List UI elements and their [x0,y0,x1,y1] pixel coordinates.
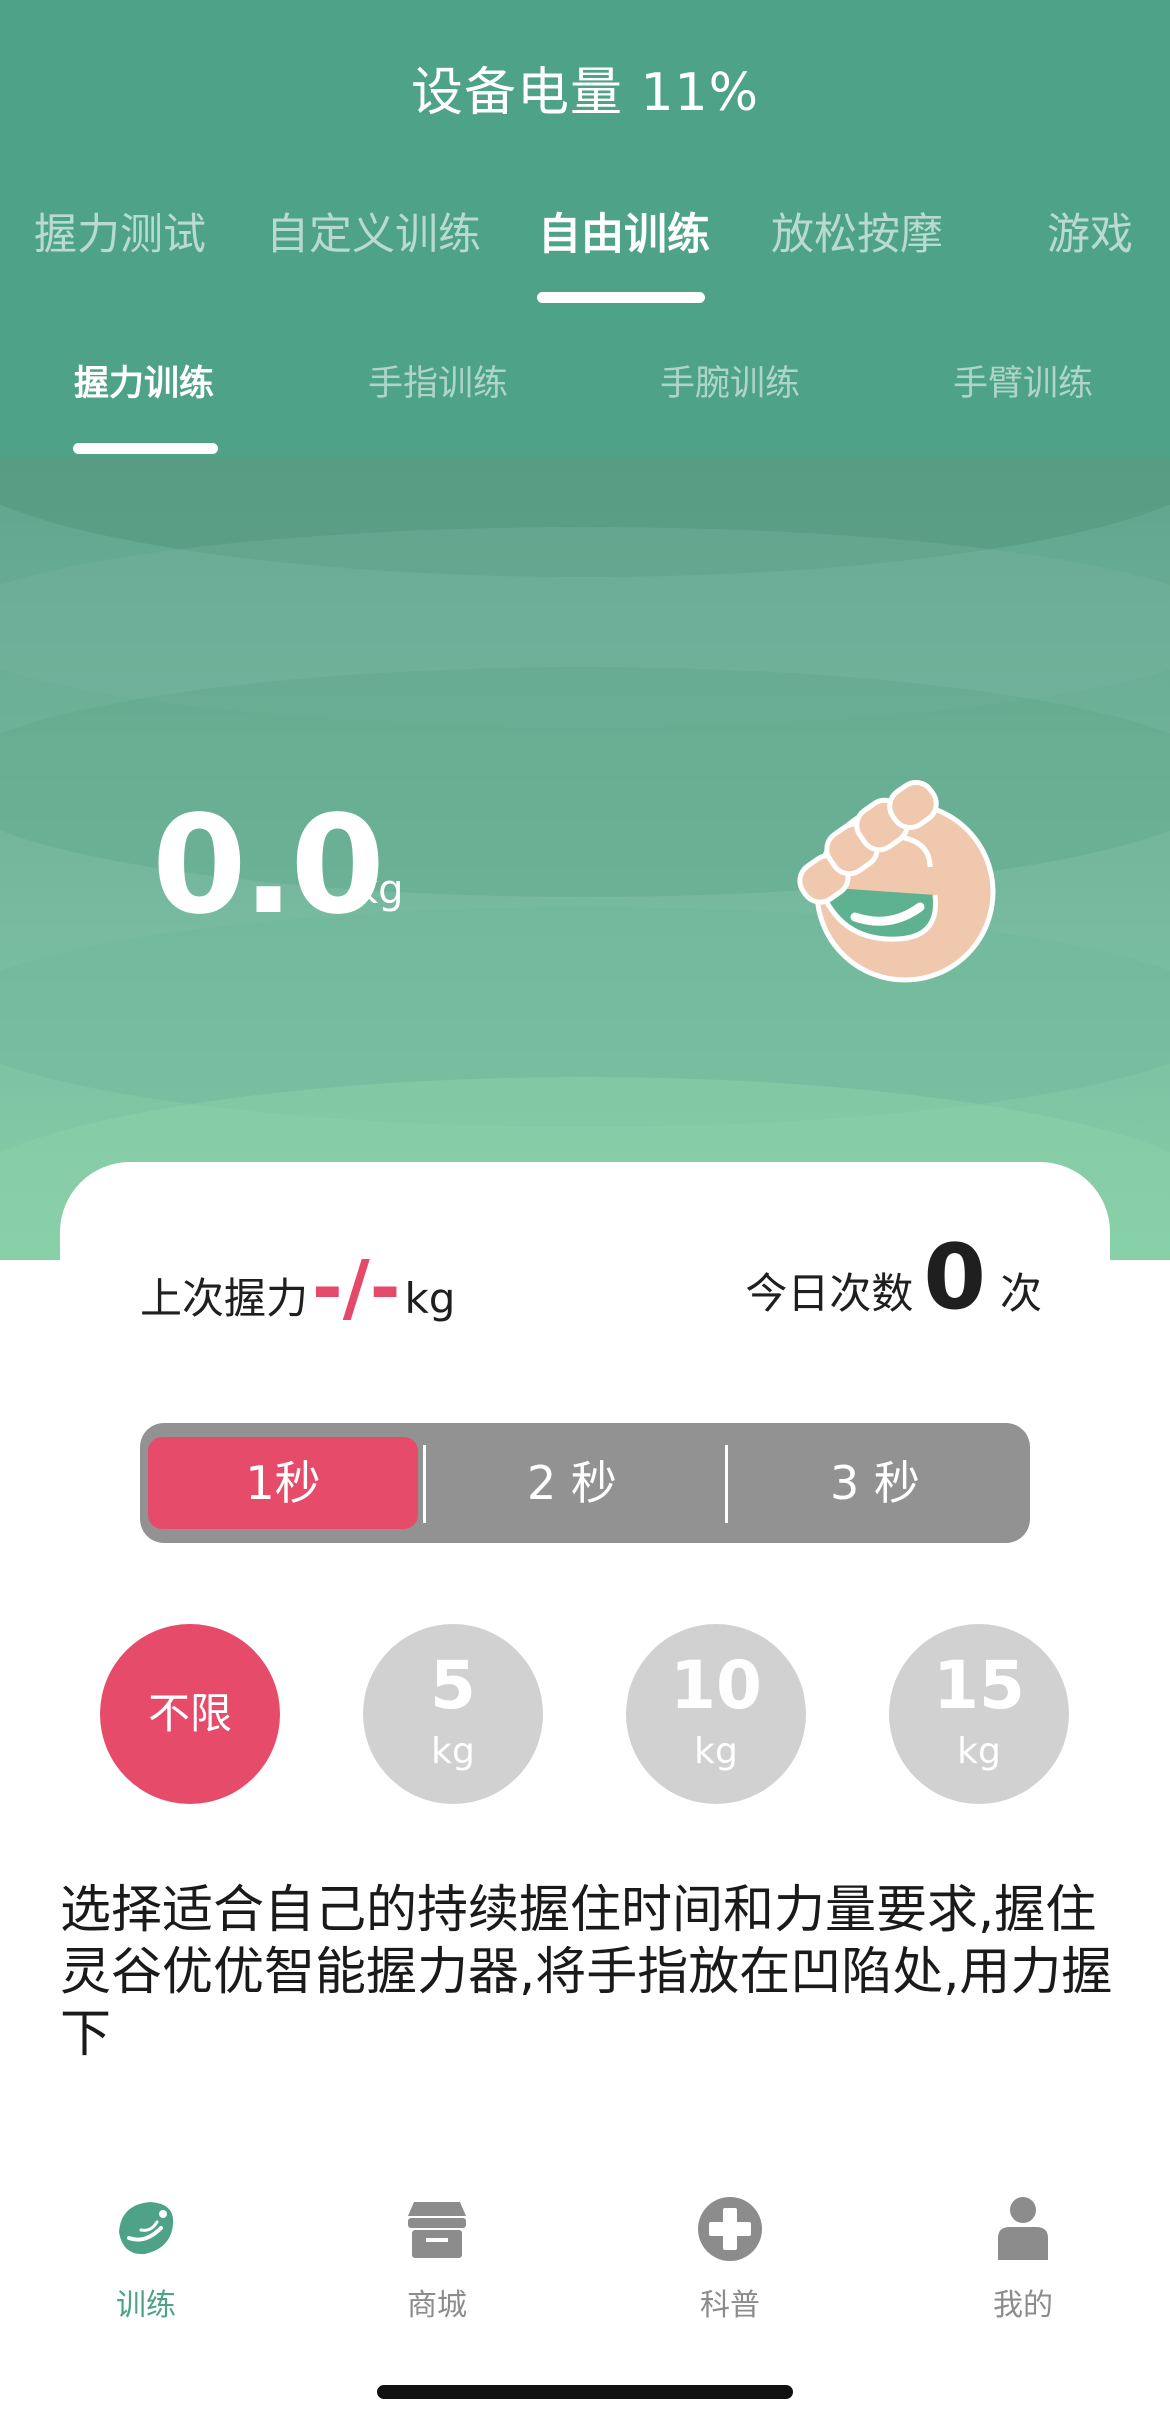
tab-custom-training[interactable]: 自定义训练 [266,200,481,262]
subtab-wrist-training[interactable]: 手腕训练 [660,355,800,406]
nav-training-label: 训练 [116,2288,176,2323]
home-indicator[interactable] [377,2385,793,2399]
duration-option-3s[interactable]: 3 秒 [730,1437,1020,1529]
battery-status: 设备电量 11% [410,63,760,123]
bottom-nav: 训练 商城 科普 我的 [0,2180,1170,2340]
duration-option-2s[interactable]: 2 秒 [427,1437,717,1529]
force-option-unit: kg [957,1731,1001,1772]
header: 设备电量 11% 握力测试 自定义训练 自由训练 放松按摩 游戏 握力训练 手指… [0,0,1170,457]
subtab-grip-training[interactable]: 握力训练 [74,355,214,406]
today-count-value: 0 [923,1225,986,1330]
store-icon [408,2202,466,2258]
force-unit: kg [355,867,404,913]
last-grip-stat: 上次握力 -/- kg [140,1245,456,1331]
sub-tab-indicator [73,443,218,454]
force-option-value: 10 [670,1647,762,1724]
segment-divider [725,1445,728,1523]
today-count-unit: 次 [999,1269,1042,1318]
nav-science-label: 科普 [700,2288,760,2323]
force-option-value: 5 [430,1647,476,1724]
tab-game[interactable]: 游戏 [1047,200,1133,262]
force-value: 0.0 [152,787,385,945]
main-tab-bar: 握力测试 自定义训练 自由训练 放松按摩 游戏 [0,200,1170,310]
last-grip-label: 上次握力 [140,1274,309,1323]
leaf-logo-icon [119,2202,174,2255]
tab-grip-test[interactable]: 握力测试 [34,200,206,262]
today-count-label: 今日次数 [745,1269,914,1318]
duration-option-1s[interactable]: 1秒 [148,1437,418,1529]
nav-profile-label: 我的 [993,2288,1053,2323]
last-grip-unit: kg [404,1274,456,1323]
force-option-15kg[interactable]: 15 kg [889,1624,1069,1804]
duration-selector: 1秒 2 秒 3 秒 [140,1423,1030,1543]
force-option-10kg[interactable]: 10 kg [626,1624,806,1804]
force-option-label: 不限 [147,1689,232,1738]
sub-tab-bar: 握力训练 手指训练 手腕训练 手臂训练 [0,355,1170,455]
tab-relax-massage[interactable]: 放松按摩 [771,200,943,262]
subtab-finger-training[interactable]: 手指训练 [368,355,508,406]
force-option-unit: kg [431,1731,475,1772]
instruction-text: 选择适合自己的持续握住时间和力量要求,握住灵谷优优智能握力器,将手指放在凹陷处,… [60,1881,1113,2064]
user-icon [998,2197,1048,2260]
force-display-panel: 0.0 kg [0,457,1170,1260]
nav-store-label: 商城 [407,2288,467,2323]
force-option-unlimited[interactable]: 不限 [100,1624,280,1804]
tab-free-training[interactable]: 自由训练 [538,200,710,262]
force-option-value: 15 [933,1647,1025,1724]
force-option-unit: kg [694,1731,738,1772]
subtab-arm-training[interactable]: 手臂训练 [953,355,1093,406]
segment-divider [423,1445,426,1523]
force-option-5kg[interactable]: 5 kg [363,1624,543,1804]
last-grip-value: -/- [312,1245,401,1331]
main-tab-indicator [537,292,705,303]
medical-cross-icon [698,2197,762,2261]
today-count-stat: 今日次数 0 次 [745,1225,1042,1330]
fist-grip-icon [797,779,996,983]
